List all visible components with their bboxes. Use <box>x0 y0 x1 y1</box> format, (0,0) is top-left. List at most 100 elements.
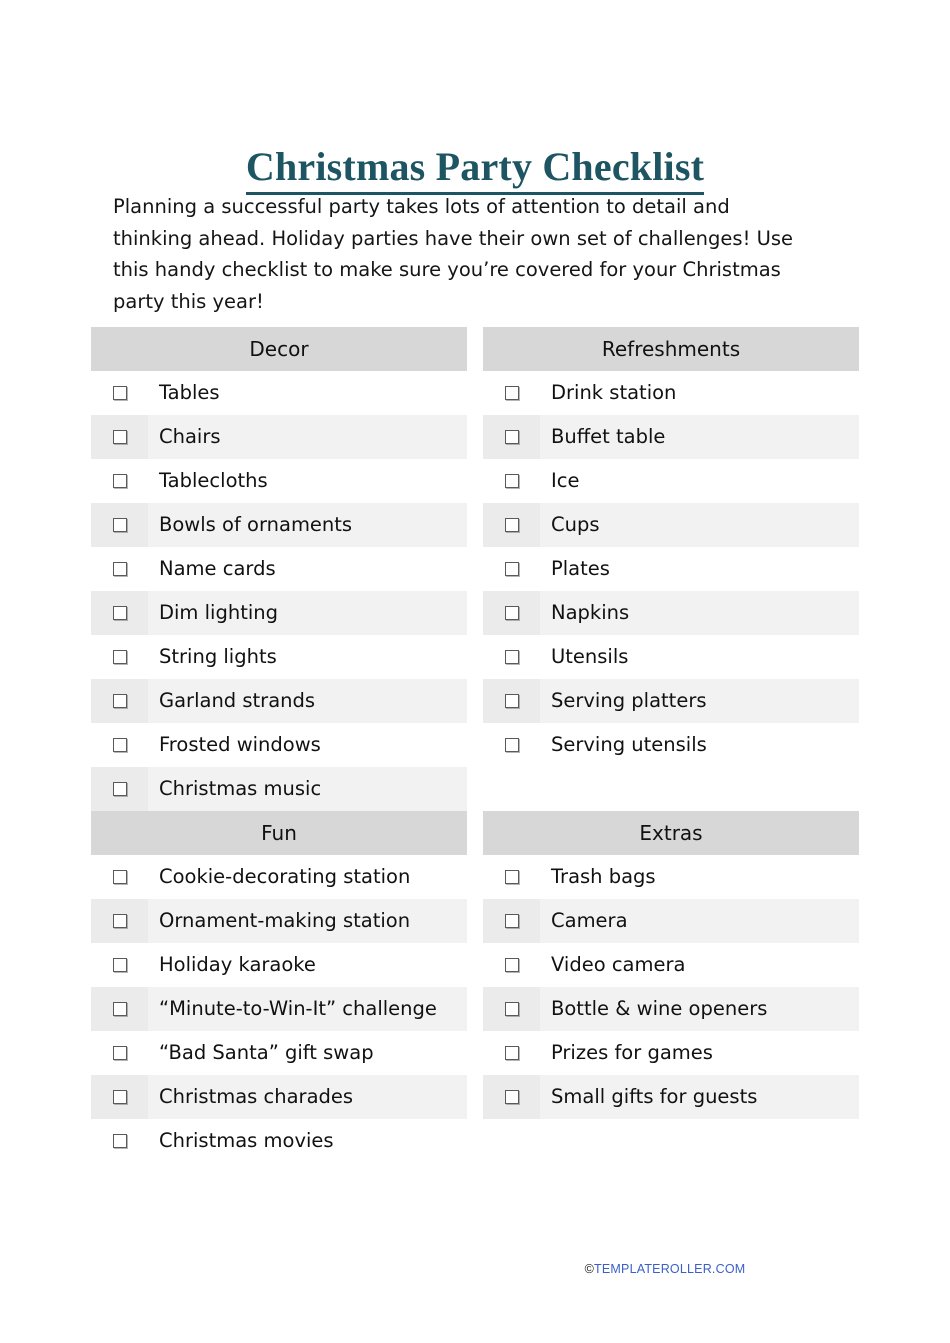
checkbox-cell[interactable] <box>91 1119 148 1163</box>
checkbox-icon[interactable] <box>504 1046 519 1060</box>
checkbox-icon[interactable] <box>504 870 519 884</box>
checklist-row[interactable]: Garland strands <box>91 679 467 723</box>
checkbox-icon[interactable] <box>112 562 127 576</box>
checkbox-icon[interactable] <box>112 606 127 620</box>
checkbox-cell[interactable] <box>91 635 148 679</box>
checkbox-cell[interactable] <box>91 415 148 459</box>
checklist-row[interactable]: Dim lighting <box>91 591 467 635</box>
checkbox-cell[interactable] <box>91 591 148 635</box>
checkbox-icon[interactable] <box>504 474 519 488</box>
checkbox-icon[interactable] <box>112 914 127 928</box>
checkbox-icon[interactable] <box>504 606 519 620</box>
checklist-row[interactable]: Ice <box>483 459 859 503</box>
checkbox-cell[interactable] <box>91 679 148 723</box>
checklist-row[interactable]: Serving utensils <box>483 723 859 767</box>
checklist-row[interactable]: Bowls of ornaments <box>91 503 467 547</box>
checkbox-cell[interactable] <box>483 943 540 987</box>
checklist-row[interactable]: String lights <box>91 635 467 679</box>
checkbox-icon[interactable] <box>504 430 519 444</box>
checklist-row[interactable]: Napkins <box>483 591 859 635</box>
checkbox-icon[interactable] <box>504 650 519 664</box>
checkbox-icon[interactable] <box>112 518 127 532</box>
checkbox-cell[interactable] <box>483 459 540 503</box>
checklist-row[interactable]: Christmas music <box>91 767 467 811</box>
checkbox-icon[interactable] <box>504 694 519 708</box>
checkbox-cell[interactable] <box>91 1075 148 1119</box>
checklist-row[interactable]: Cookie-decorating station <box>91 855 467 899</box>
checklist-row[interactable]: Buffet table <box>483 415 859 459</box>
checkbox-icon[interactable] <box>504 1002 519 1016</box>
checkbox-icon[interactable] <box>112 650 127 664</box>
checklist-row[interactable]: Prizes for games <box>483 1031 859 1075</box>
checkbox-icon[interactable] <box>504 738 519 752</box>
checkbox-cell[interactable] <box>91 767 148 811</box>
checklist-row[interactable]: Tablecloths <box>91 459 467 503</box>
checkbox-cell[interactable] <box>483 1075 540 1119</box>
checklist-row[interactable]: Video camera <box>483 943 859 987</box>
checkbox-icon[interactable] <box>112 870 127 884</box>
checkbox-cell[interactable] <box>483 1031 540 1075</box>
checkbox-cell[interactable] <box>483 679 540 723</box>
checkbox-cell[interactable] <box>483 371 540 415</box>
checkbox-cell[interactable] <box>91 1031 148 1075</box>
checkbox-cell[interactable] <box>483 987 540 1031</box>
brand-link[interactable]: TEMPLATEROLLER.COM <box>594 1262 745 1276</box>
checkbox-icon[interactable] <box>112 1002 127 1016</box>
checkbox-icon[interactable] <box>504 518 519 532</box>
checkbox-icon[interactable] <box>112 738 127 752</box>
checklist-row[interactable]: Christmas movies <box>91 1119 467 1163</box>
checkbox-icon[interactable] <box>112 1134 127 1148</box>
checklist-row[interactable]: Chairs <box>91 415 467 459</box>
checkbox-cell[interactable] <box>483 723 540 767</box>
checkbox-icon[interactable] <box>112 1046 127 1060</box>
checkbox-icon[interactable] <box>504 562 519 576</box>
checkbox-cell[interactable] <box>483 547 540 591</box>
checklist-row[interactable]: Drink station <box>483 371 859 415</box>
checklist-row[interactable]: “Bad Santa” gift swap <box>91 1031 467 1075</box>
checkbox-icon[interactable] <box>112 1090 127 1104</box>
checklist-row[interactable]: Camera <box>483 899 859 943</box>
checkbox-icon[interactable] <box>504 914 519 928</box>
checklist-row[interactable]: Cups <box>483 503 859 547</box>
checklist-row[interactable]: Tables <box>91 371 467 415</box>
checkbox-icon[interactable] <box>112 782 127 796</box>
checklist-row[interactable]: Holiday karaoke <box>91 943 467 987</box>
checkbox-cell[interactable] <box>91 723 148 767</box>
checklist-row[interactable]: Name cards <box>91 547 467 591</box>
checkbox-icon[interactable] <box>112 430 127 444</box>
checklist-row[interactable]: Bottle & wine openers <box>483 987 859 1031</box>
checkbox-cell[interactable] <box>91 899 148 943</box>
checkbox-cell[interactable] <box>91 855 148 899</box>
checklist-row[interactable]: Ornament-making station <box>91 899 467 943</box>
checklist-row[interactable]: Serving platters <box>483 679 859 723</box>
right-column: Refreshments Drink station Buffet table Ic… <box>483 327 859 1119</box>
checkbox-icon[interactable] <box>504 386 519 400</box>
checklist-row[interactable]: “Minute-to-Win-It” challenge <box>91 987 467 1031</box>
checkbox-icon[interactable] <box>112 694 127 708</box>
checkbox-cell[interactable] <box>91 987 148 1031</box>
checkbox-cell[interactable] <box>91 503 148 547</box>
checklist-row[interactable]: Utensils <box>483 635 859 679</box>
checkbox-icon[interactable] <box>112 958 127 972</box>
checkbox-icon[interactable] <box>112 386 127 400</box>
checkbox-cell[interactable] <box>483 855 540 899</box>
checklist-row[interactable]: Small gifts for guests <box>483 1075 859 1119</box>
checklist-row[interactable]: Plates <box>483 547 859 591</box>
checkbox-cell[interactable] <box>91 459 148 503</box>
checklist-row[interactable]: Trash bags <box>483 855 859 899</box>
checkbox-icon[interactable] <box>504 958 519 972</box>
checklist-row[interactable]: Frosted windows <box>91 723 467 767</box>
checklist-page: Christmas Party Checklist Planning a suc… <box>0 0 950 1343</box>
checkbox-cell[interactable] <box>483 899 540 943</box>
checkbox-icon[interactable] <box>112 474 127 488</box>
checklist-row[interactable]: Christmas charades <box>91 1075 467 1119</box>
section-header-extras: Extras <box>483 811 859 855</box>
checkbox-cell[interactable] <box>483 591 540 635</box>
checkbox-cell[interactable] <box>483 415 540 459</box>
checkbox-cell[interactable] <box>91 547 148 591</box>
checkbox-cell[interactable] <box>91 371 148 415</box>
checkbox-cell[interactable] <box>91 943 148 987</box>
checkbox-icon[interactable] <box>504 1090 519 1104</box>
checkbox-cell[interactable] <box>483 635 540 679</box>
checkbox-cell[interactable] <box>483 503 540 547</box>
